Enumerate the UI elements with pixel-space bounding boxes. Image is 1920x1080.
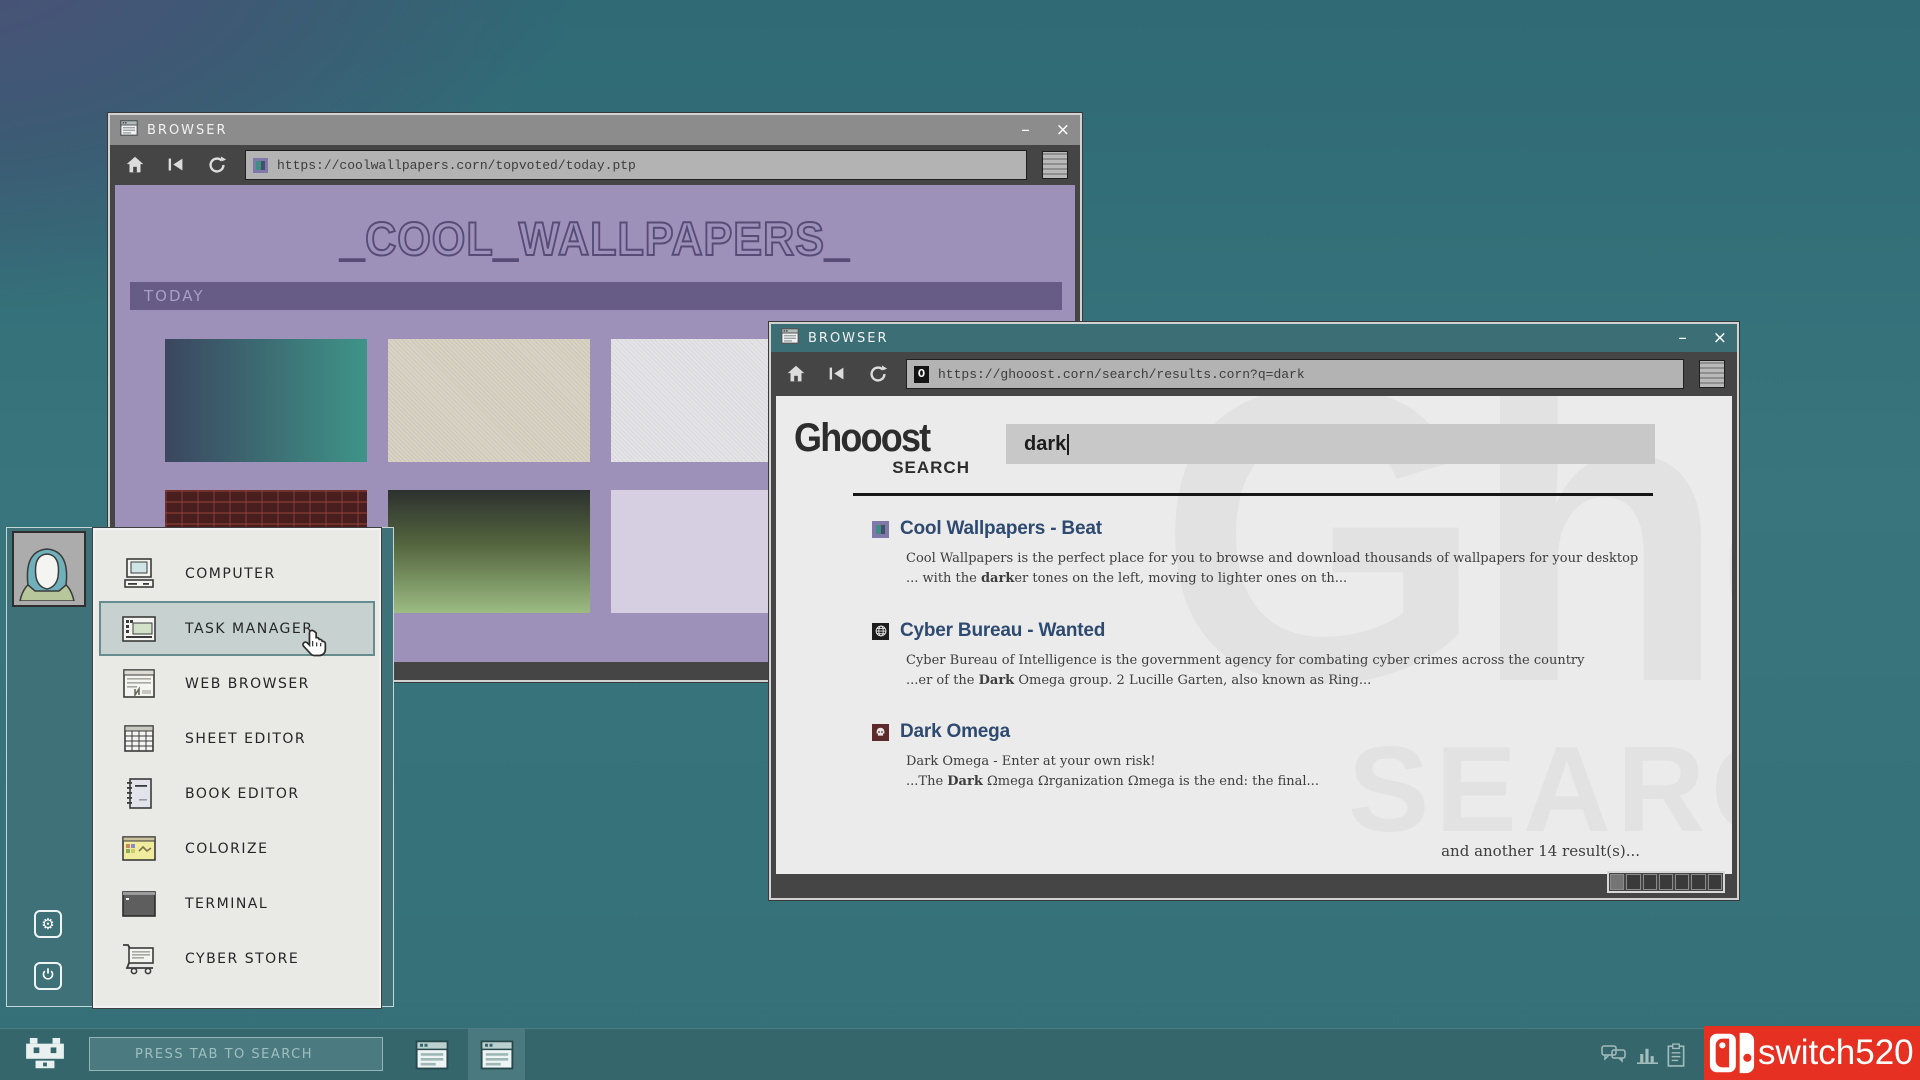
window-title: BROWSER bbox=[808, 331, 889, 346]
back-button[interactable] bbox=[163, 152, 189, 178]
window-title: BROWSER bbox=[147, 123, 228, 138]
bookmarks-button[interactable] bbox=[1042, 151, 1068, 179]
menu-item-task-manager[interactable]: TASK MANAGER bbox=[99, 601, 375, 656]
menu-item-cyber-store[interactable]: CYBER STORE bbox=[101, 931, 373, 986]
window-browser-search: BROWSER – × O https://ghooost.corn/searc… bbox=[769, 322, 1739, 900]
result-favicon-dark-omega bbox=[872, 724, 889, 741]
home-button[interactable] bbox=[122, 152, 148, 178]
result-snippet: Dark Omega - Enter at your own risk! ...… bbox=[906, 752, 1319, 792]
text-caret bbox=[1067, 434, 1069, 455]
menu-item-book-editor[interactable]: BOOK EDITOR bbox=[101, 766, 373, 821]
result-favicon-cyber-bureau bbox=[872, 623, 889, 640]
cursor-pointer bbox=[300, 627, 332, 663]
section-label: TODAY bbox=[130, 287, 205, 305]
refresh-button[interactable] bbox=[204, 152, 230, 178]
taskbar-search[interactable]: PRESS TAB TO SEARCH bbox=[89, 1037, 383, 1071]
gear-icon: ⚙ bbox=[41, 915, 54, 933]
page-title: _COOL_WALLPAPERS_ bbox=[153, 185, 1036, 266]
menu-item-sheet-editor[interactable]: SHEET EDITOR bbox=[101, 711, 373, 766]
switch520-watermark: switch520 bbox=[1704, 1026, 1920, 1080]
url-bar[interactable]: https://coolwallpapers.corn/topvoted/tod… bbox=[245, 150, 1027, 180]
home-button[interactable] bbox=[783, 361, 809, 387]
book-editor-icon bbox=[119, 777, 159, 811]
browser-window-icon bbox=[120, 120, 138, 140]
result-snippet: Cyber Bureau of Intelligence is the gove… bbox=[906, 651, 1584, 691]
bookmarks-button[interactable] bbox=[1699, 360, 1725, 388]
power-button[interactable] bbox=[34, 962, 62, 990]
result-link[interactable]: Cyber Bureau - Wanted bbox=[900, 620, 1105, 642]
menu-item-web-browser[interactable]: WEB BROWSER bbox=[101, 656, 373, 711]
search-result-3: Dark Omega Dark Omega - Enter at your ow… bbox=[872, 721, 1319, 792]
menu-item-computer[interactable]: COMPUTER bbox=[101, 546, 373, 601]
settings-button[interactable]: ⚙ bbox=[34, 910, 62, 938]
stats-icon[interactable] bbox=[1636, 1043, 1662, 1065]
url-bar[interactable]: O https://ghooost.corn/search/results.co… bbox=[906, 359, 1684, 389]
horizontal-scrollbar[interactable] bbox=[1607, 871, 1725, 893]
power-icon bbox=[41, 967, 55, 985]
result-link[interactable]: Dark Omega bbox=[900, 721, 1010, 743]
more-results-note: and another 14 result(s)... bbox=[1441, 842, 1640, 860]
favicon-ghooost: O bbox=[914, 366, 929, 383]
url-text: https://coolwallpapers.corn/topvoted/tod… bbox=[277, 158, 636, 173]
search-watermark: SEARCH bbox=[1348, 728, 1737, 850]
web-browser-icon bbox=[119, 667, 159, 701]
logo-text: Ghooost bbox=[794, 418, 952, 458]
search-result-1: Cool Wallpapers - Beat Cool Wallpapers i… bbox=[872, 518, 1638, 589]
back-button[interactable] bbox=[824, 361, 850, 387]
search-results-page: Ghooost SEARCH Ghooost SEARCH dark Cool … bbox=[771, 396, 1737, 898]
logo-subtext: SEARCH bbox=[794, 458, 970, 478]
minimize-button[interactable]: – bbox=[1021, 122, 1030, 139]
start-menu-panel: COMPUTER TASK MANAGER WEB BROWSER SHEET … bbox=[93, 528, 381, 1008]
task-manager-icon bbox=[119, 612, 159, 646]
user-avatar[interactable] bbox=[12, 531, 86, 607]
menu-item-colorize[interactable]: COLORIZE bbox=[101, 821, 373, 876]
desktop: BROWSER – × https://coolwallpapers.corn/… bbox=[0, 0, 1920, 1080]
taskbar-item-browser-wallpapers[interactable] bbox=[410, 1029, 454, 1080]
taskbar-item-browser-search-active[interactable] bbox=[468, 1029, 525, 1080]
messages-icon[interactable] bbox=[1601, 1043, 1627, 1065]
search-input[interactable]: dark bbox=[1006, 424, 1655, 464]
close-button[interactable]: × bbox=[1713, 330, 1727, 347]
url-text: https://ghooost.corn/search/results.corn… bbox=[938, 367, 1305, 382]
close-button[interactable]: × bbox=[1056, 122, 1070, 139]
result-link[interactable]: Cool Wallpapers - Beat bbox=[900, 518, 1102, 540]
colorize-icon bbox=[119, 832, 159, 866]
favicon-coolwallpapers bbox=[253, 158, 268, 173]
refresh-button[interactable] bbox=[865, 361, 891, 387]
cyber-store-icon bbox=[119, 942, 159, 976]
minimize-button[interactable]: – bbox=[1678, 330, 1687, 347]
divider bbox=[853, 493, 1653, 496]
search-result-2: Cyber Bureau - Wanted Cyber Bureau of In… bbox=[872, 620, 1584, 691]
sheet-editor-icon bbox=[119, 722, 159, 756]
clipboard-icon[interactable] bbox=[1666, 1043, 1692, 1065]
taskbar: PRESS TAB TO SEARCH bbox=[0, 1028, 1920, 1080]
wallpaper-thumbnail-teal-gradient[interactable] bbox=[165, 339, 367, 462]
wallpaper-thumbnail-green-gradient[interactable] bbox=[388, 490, 590, 613]
search-query: dark bbox=[1024, 433, 1066, 456]
search-placeholder: PRESS TAB TO SEARCH bbox=[90, 1047, 313, 1062]
switch-logo-icon bbox=[1708, 1030, 1756, 1076]
browser-toolbar: https://coolwallpapers.corn/topvoted/tod… bbox=[110, 145, 1080, 185]
browser-window-icon bbox=[781, 328, 799, 348]
start-menu: ⚙ COMPUTER TASK MANAGER WEB BRO bbox=[6, 527, 394, 1007]
result-snippet: Cool Wallpapers is the perfect place for… bbox=[906, 549, 1638, 589]
start-button[interactable] bbox=[26, 1038, 64, 1072]
menu-item-terminal[interactable]: TERMINAL bbox=[101, 876, 373, 931]
result-favicon-coolwallpapers bbox=[872, 521, 889, 538]
browser-toolbar: O https://ghooost.corn/search/results.co… bbox=[771, 352, 1737, 396]
watermark-text: switch520 bbox=[1758, 1033, 1914, 1073]
ghooost-logo: Ghooost SEARCH bbox=[794, 418, 970, 478]
today-section-bar: TODAY bbox=[130, 282, 1062, 310]
titlebar-wallpapers[interactable]: BROWSER – × bbox=[110, 115, 1080, 145]
terminal-icon bbox=[119, 887, 159, 921]
titlebar-search[interactable]: BROWSER – × bbox=[771, 324, 1737, 352]
wallpaper-thumbnail-beige-noise[interactable] bbox=[388, 339, 590, 462]
computer-icon bbox=[119, 557, 159, 591]
